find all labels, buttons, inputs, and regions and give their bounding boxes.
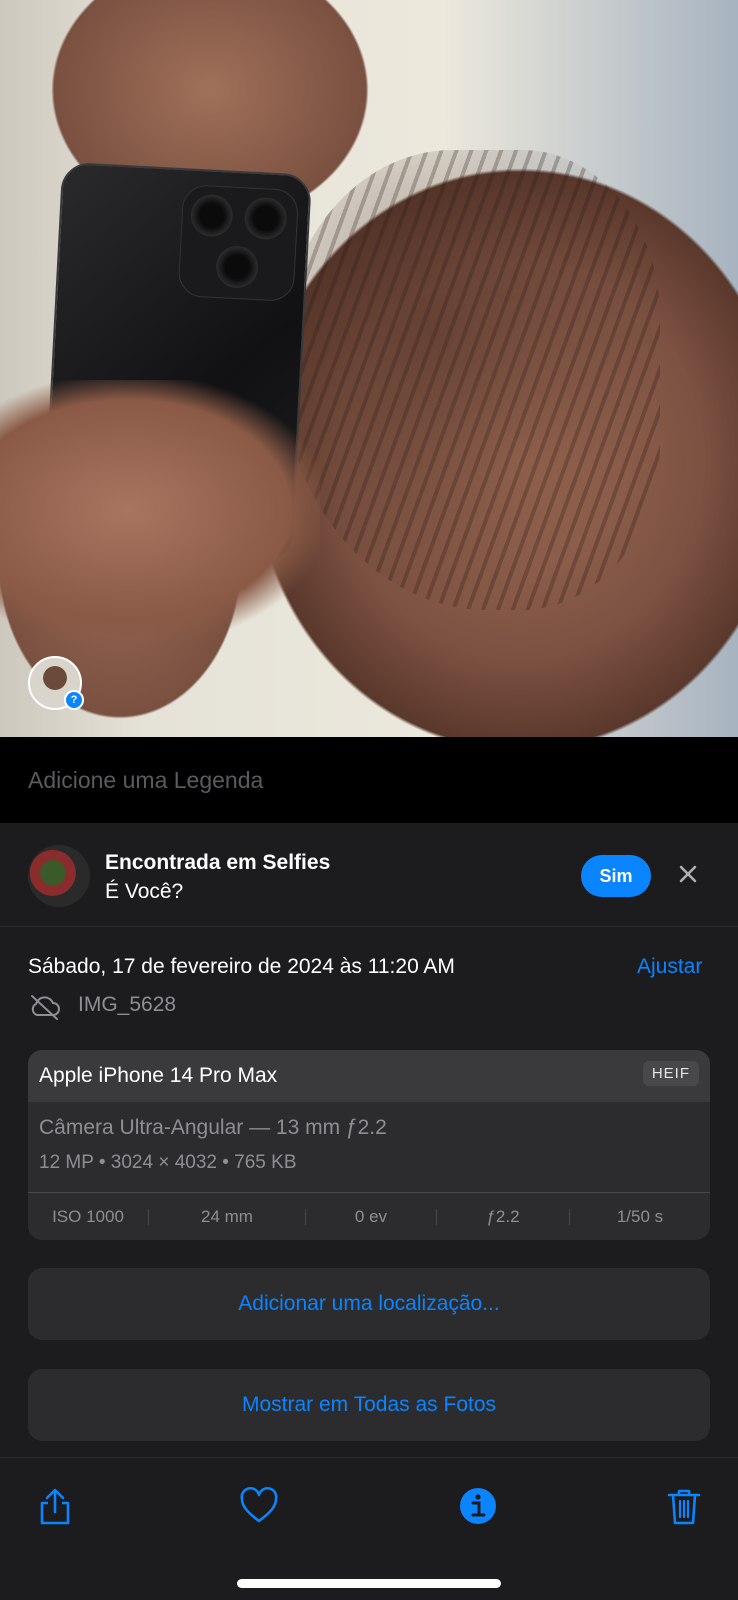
camera-info-card: Apple iPhone 14 Pro Max HEIF Câmera Ultr… [28,1050,710,1240]
photo-view[interactable]: ? [0,0,738,737]
camera-card-header: Apple iPhone 14 Pro Max HEIF [28,1050,710,1102]
person-tag-avatar[interactable]: ? [28,656,84,710]
suggestion-subtitle: É Você? [105,880,184,903]
caption-field[interactable]: Adicione uma Legenda [0,737,738,823]
caption-placeholder: Adicione uma Legenda [28,767,264,793]
cloud-off-icon [31,995,60,1020]
home-indicator[interactable] [237,1579,501,1588]
photo-hand [0,380,320,640]
share-icon[interactable] [35,1486,75,1526]
adjust-date-button[interactable]: Ajustar [637,955,702,979]
exif-shutter: 1/50 s [616,1206,664,1226]
photo-tattoo [280,150,660,610]
file-name: IMG_5628 [78,993,177,1016]
exif-exposure: 0 ev [354,1206,388,1226]
close-icon[interactable] [676,862,700,886]
album-thumbnail [28,845,90,907]
format-badge: HEIF [642,1061,699,1086]
exif-focal-length: 24 mm [201,1206,253,1226]
exif-iso: ISO 1000 [52,1206,124,1226]
add-location-button[interactable]: Adicionar uma localização... [28,1268,710,1340]
exif-aperture: ƒ2.2 [486,1206,520,1226]
show-in-all-photos-button[interactable]: Mostrar em Todas as Fotos [28,1369,710,1441]
lens-info: Câmera Ultra-Angular — 13 mm ƒ2.2 [39,1116,387,1139]
suggestion-title: Encontrada em Selfies [105,851,331,874]
image-specs: 12 MP • 3024 × 4032 • 765 KB [39,1152,297,1173]
heart-icon[interactable] [239,1486,279,1526]
camera-model: Apple iPhone 14 Pro Max [39,1064,278,1087]
photo-date: Sábado, 17 de fevereiro de 2024 às 11:20… [28,955,455,978]
trash-icon[interactable] [664,1486,704,1526]
question-badge-icon: ? [64,690,84,710]
exif-row: ISO 1000 24 mm 0 ev ƒ2.2 1/50 s [28,1193,710,1240]
info-icon[interactable] [458,1486,498,1526]
photo-camera-block [177,184,300,303]
confirm-button[interactable]: Sim [581,855,651,897]
